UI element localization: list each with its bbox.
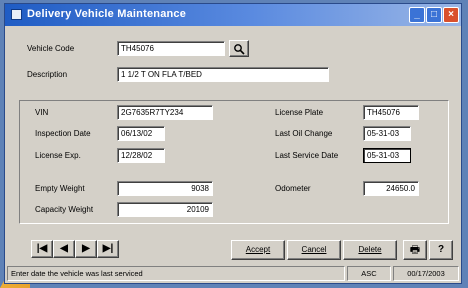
vehicle-code-field[interactable]: TH45076 xyxy=(117,41,225,56)
inspection-date-label: Inspection Date xyxy=(35,129,91,138)
license-exp-field[interactable]: 12/28/02 xyxy=(117,148,165,163)
help-button[interactable]: ? xyxy=(429,240,453,260)
accept-button[interactable]: Accept xyxy=(231,240,285,260)
status-date: 00/17/2003 xyxy=(393,266,459,281)
license-exp-label: License Exp. xyxy=(35,151,81,160)
odometer-field[interactable]: 24650.0 xyxy=(363,181,419,196)
printer-icon: 🖶 xyxy=(409,244,421,256)
vehicle-code-label: Vehicle Code xyxy=(27,44,75,53)
print-button[interactable]: 🖶 xyxy=(403,240,427,260)
delete-button[interactable]: Delete xyxy=(343,240,397,260)
description-label: Description xyxy=(27,70,68,79)
window-title: Delivery Vehicle Maintenance xyxy=(27,8,187,20)
app-window: Delivery Vehicle Maintenance _ □ × Vehic… xyxy=(4,3,462,284)
capacity-weight-label: Capacity Weight xyxy=(35,205,94,214)
license-plate-field[interactable]: TH45076 xyxy=(363,105,419,120)
last-oil-change-label: Last Oil Change xyxy=(275,129,333,138)
status-message: Enter date the vehicle was last serviced xyxy=(7,266,345,281)
last-record-button[interactable]: ▶| xyxy=(97,240,119,258)
license-plate-label: License Plate xyxy=(275,108,324,117)
first-record-button[interactable]: |◀ xyxy=(31,240,53,258)
close-button[interactable]: × xyxy=(443,7,459,23)
odometer-label: Odometer xyxy=(275,184,311,193)
magnifier-icon xyxy=(234,44,245,55)
app-icon xyxy=(11,9,22,20)
vin-field[interactable]: 2G7635R7TY234 xyxy=(117,105,213,120)
title-bar[interactable]: Delivery Vehicle Maintenance _ □ × xyxy=(5,4,461,26)
minimize-button[interactable]: _ xyxy=(409,7,425,23)
maximize-button[interactable]: □ xyxy=(426,7,442,23)
previous-record-button[interactable]: ◀ xyxy=(53,240,75,258)
last-service-date-label: Last Service Date xyxy=(275,151,339,160)
status-mode: ASC xyxy=(347,266,391,281)
inspection-date-field[interactable]: 06/13/02 xyxy=(117,126,165,141)
vin-label: VIN xyxy=(35,108,49,117)
empty-weight-field[interactable]: 9038 xyxy=(117,181,213,196)
capacity-weight-field[interactable]: 20109 xyxy=(117,202,213,217)
search-button[interactable] xyxy=(229,40,249,57)
next-record-button[interactable]: ▶ xyxy=(75,240,97,258)
description-field[interactable]: 1 1/2 T ON FLA T/BED xyxy=(117,67,329,82)
cancel-button[interactable]: Cancel xyxy=(287,240,341,260)
last-oil-change-field[interactable]: 05-31-03 xyxy=(363,126,411,141)
empty-weight-label: Empty Weight xyxy=(35,184,85,193)
last-service-date-field[interactable]: 05-31-03 xyxy=(363,148,411,163)
